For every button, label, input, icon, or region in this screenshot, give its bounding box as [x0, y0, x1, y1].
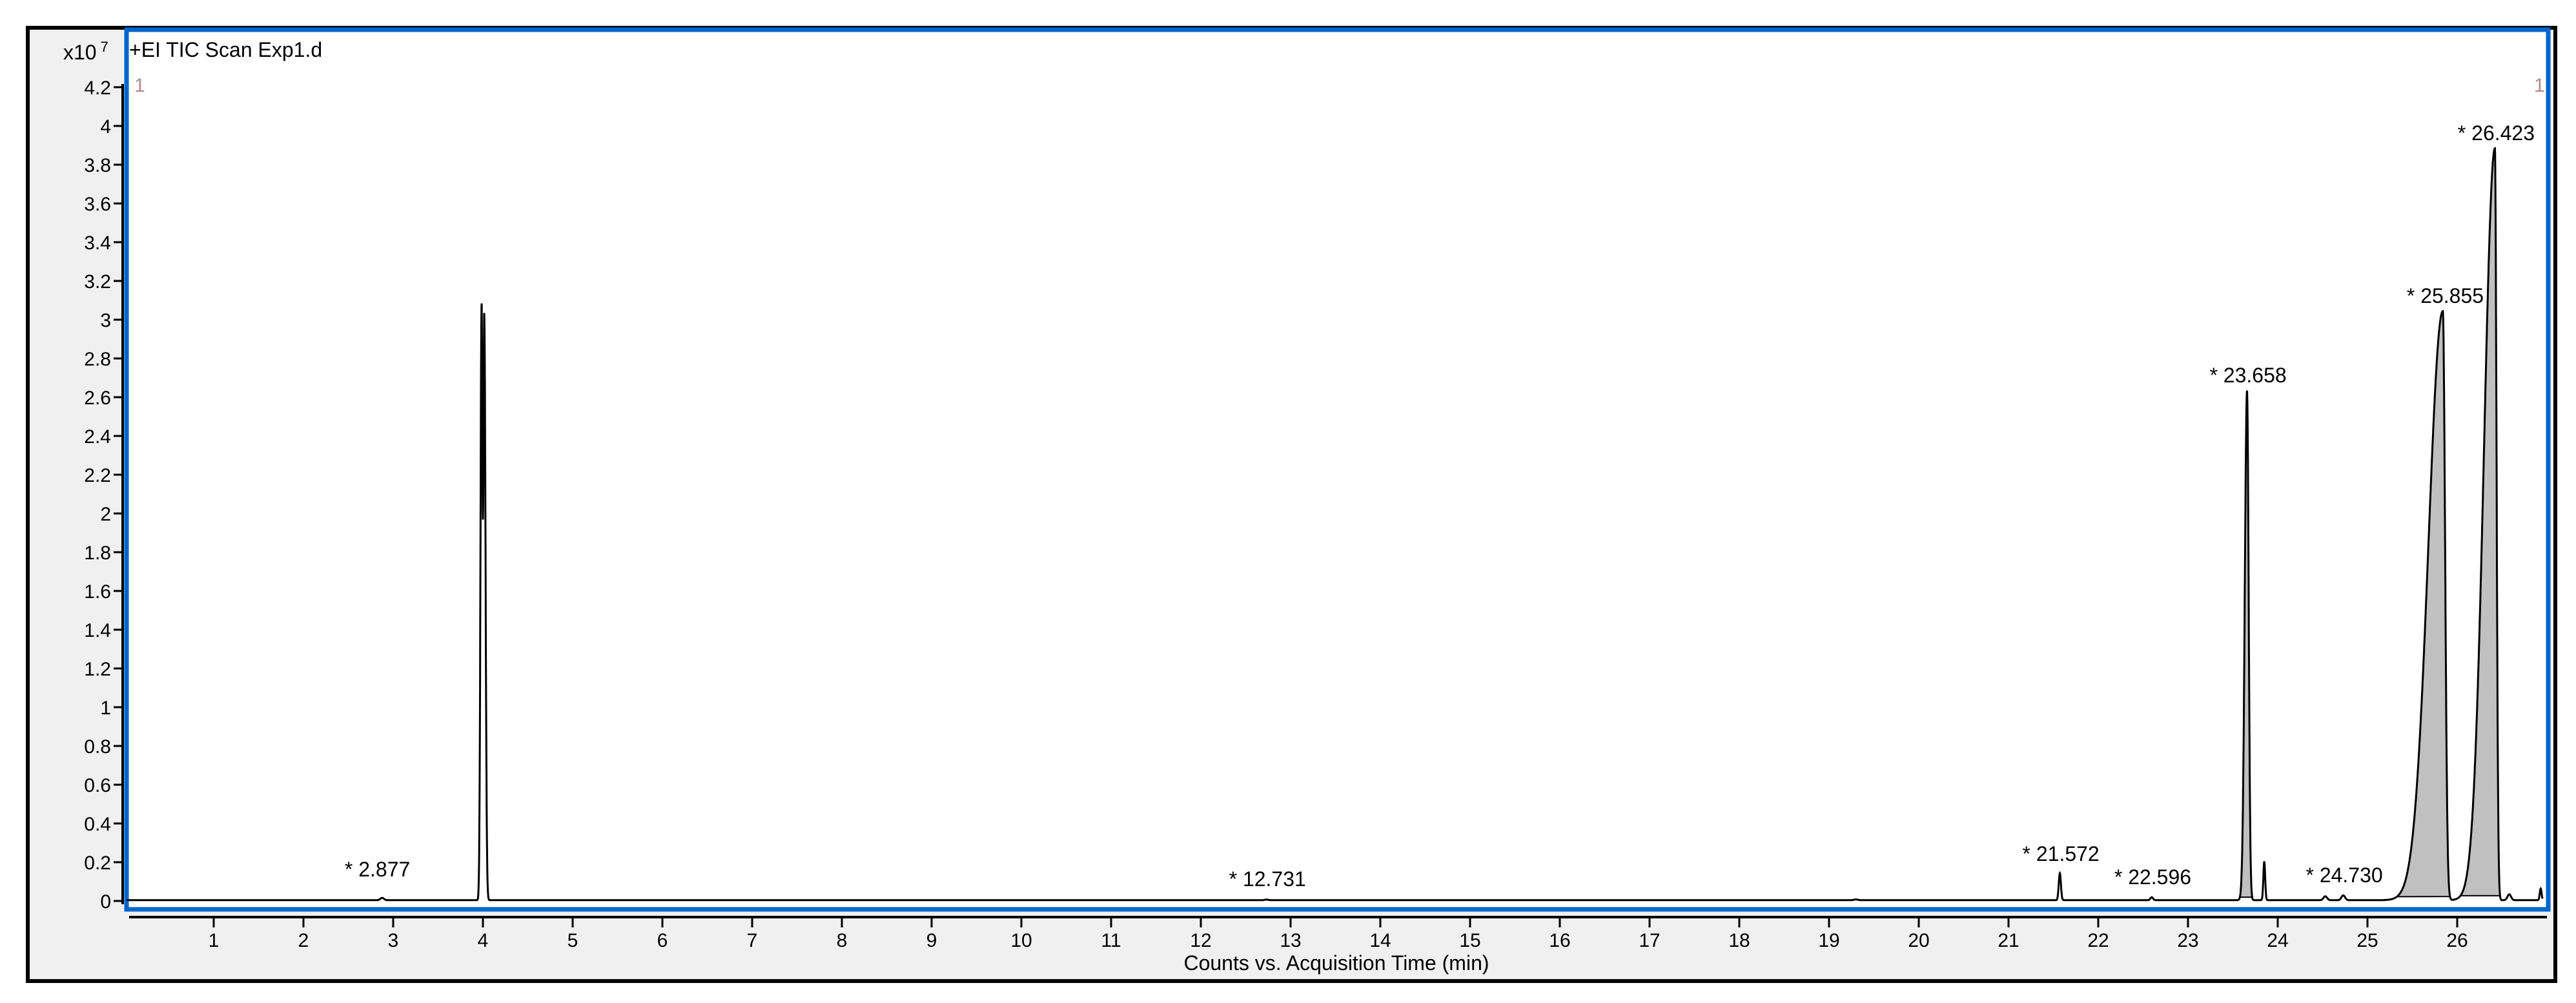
x-tick-label: 24: [2267, 930, 2288, 951]
y-tick-label: 2.4: [84, 426, 111, 448]
x-tick-label: 1: [209, 930, 220, 951]
x-tick-label: 21: [1998, 930, 2019, 951]
y-tick-label: 0.4: [84, 814, 111, 835]
y-tick-label: 3.4: [84, 233, 111, 254]
y-tick-label: 2: [100, 504, 111, 525]
x-tick-label: 7: [747, 930, 758, 951]
peak-label[interactable]: * 26.423: [2458, 121, 2535, 145]
x-axis-title: Counts vs. Acquisition Time (min): [1183, 951, 1489, 975]
y-tick-label: 2.6: [84, 388, 111, 409]
x-tick-label: 19: [1818, 930, 1839, 951]
y-tick-label: 3.8: [84, 155, 111, 176]
x-tick-label: 6: [657, 930, 668, 951]
x-tick-label: 26: [2446, 930, 2468, 951]
y-tick-label: 2.2: [84, 465, 111, 486]
x-tick-label: 11: [1101, 930, 1121, 951]
y-tick-label: 1.6: [84, 581, 111, 603]
x-tick-label: 20: [1908, 930, 1929, 951]
x-tick-label: 12: [1190, 930, 1211, 951]
y-tick-label: 0.6: [84, 775, 111, 796]
y-tick-label: 1.8: [84, 543, 111, 564]
peak-label[interactable]: * 25.855: [2407, 284, 2484, 307]
x-tick-label: 23: [2177, 930, 2198, 951]
y-tick-label: 0.2: [84, 853, 111, 874]
y-tick-label: 3.2: [84, 271, 111, 293]
x-tick-label: 2: [298, 930, 309, 951]
peak-label[interactable]: * 21.572: [2023, 842, 2100, 865]
x-tick-label: 3: [388, 930, 399, 951]
peak-label[interactable]: * 2.877: [345, 858, 410, 881]
y-tick-label: 4: [100, 116, 111, 138]
y-tick-label: 1: [100, 698, 111, 719]
x-tick-label: 25: [2356, 930, 2378, 951]
peak-label[interactable]: * 24.730: [2305, 863, 2382, 887]
x-tick-label: 16: [1549, 930, 1570, 951]
chromatogram-chart: 0 0.2 0.4 0.6 0.8 1 1.2 1.4 1.6 1.8 2 2.2 2.4 2.6 2.8 3…: [26, 26, 2557, 983]
x-tick-label: 17: [1639, 930, 1660, 951]
y-tick-label: 0.8: [84, 736, 111, 758]
x-tick-label: 22: [2087, 930, 2109, 951]
y-tick-label: 1.2: [84, 659, 111, 680]
x-tick-label: 5: [567, 930, 578, 951]
x-tick-label: 4: [478, 930, 489, 951]
x-tick-label: 9: [926, 930, 937, 951]
x-tick-label: 14: [1369, 930, 1391, 951]
corner-label-left: 1: [134, 75, 145, 96]
y-tick-label: 1.4: [84, 620, 111, 641]
x-tick-label: 10: [1010, 930, 1032, 951]
chart-title: +EI TIC Scan Exp1.d: [129, 38, 322, 61]
peak-label[interactable]: * 22.596: [2114, 865, 2191, 889]
x-tick-label: 15: [1459, 930, 1480, 951]
y-tick-label: 2.8: [84, 349, 111, 370]
corner-label-right: 1: [2534, 75, 2545, 96]
y-tick-label: 0: [100, 891, 111, 913]
y-tick-label: 3.6: [84, 194, 111, 215]
x-tick-label: 13: [1280, 930, 1301, 951]
y-tick-label: 4.2: [84, 78, 111, 99]
plot-area[interactable]: [124, 27, 2551, 912]
x-tick-label: 18: [1728, 930, 1750, 951]
peak-label[interactable]: * 12.731: [1229, 867, 1306, 891]
y-tick-label: 3: [100, 310, 111, 331]
y-multiplier-base: x10: [63, 41, 97, 64]
peak-label[interactable]: * 23.658: [2209, 364, 2286, 387]
x-tick-label: 8: [837, 930, 848, 951]
y-multiplier-exponent: 7: [101, 39, 108, 55]
